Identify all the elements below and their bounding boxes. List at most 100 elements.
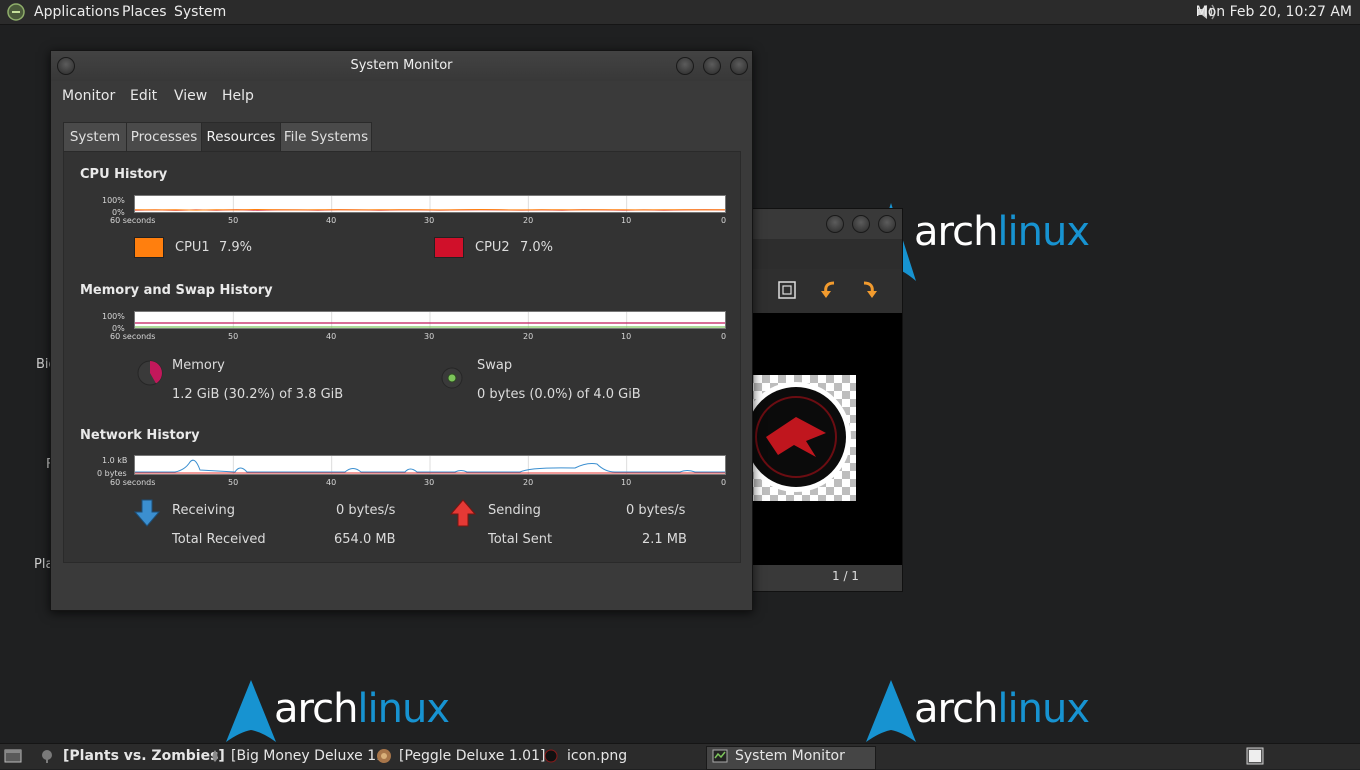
- page-indicator: 1 / 1: [832, 569, 859, 583]
- rotate-left-icon[interactable]: [818, 279, 840, 301]
- memory-history-graph: [134, 311, 726, 330]
- maximize-button[interactable]: [703, 57, 721, 75]
- memory-y-top: 100%: [102, 312, 125, 321]
- network-history-title: Network History: [80, 428, 200, 443]
- fit-zoom-icon[interactable]: [778, 281, 796, 299]
- arch-logo-bottom-left: archlinux: [226, 680, 450, 750]
- tick-30: 30: [424, 332, 435, 341]
- tick-20: 20: [523, 478, 534, 487]
- network-history-graph: [134, 455, 726, 475]
- image-viewer-window[interactable]: 1 / 1: [745, 208, 903, 592]
- task-system-monitor[interactable]: System Monitor: [735, 748, 845, 764]
- bigmoney-app-icon: [212, 750, 218, 762]
- network-y-bottom: 0 bytes: [97, 469, 127, 478]
- memory-value: 1.2 GiB (30.2%) of 3.8 GiB: [172, 387, 344, 402]
- network-graph-plot: [135, 456, 725, 474]
- total-sent-value: 2.1 MB: [642, 532, 687, 547]
- menu-view[interactable]: View: [174, 88, 207, 104]
- viewer-minimize-button[interactable]: [826, 215, 844, 233]
- receiving-label: Receiving: [172, 503, 236, 518]
- resources-panel: CPU History 100% 0% 60 seconds 50 40 30 …: [63, 151, 741, 563]
- memory-pie-icon[interactable]: [136, 359, 164, 387]
- cpu-history-title: CPU History: [80, 167, 168, 182]
- cpu-y-top: 100%: [102, 196, 125, 205]
- titlebar[interactable]: System Monitor: [51, 51, 752, 81]
- plants-app-icon: [42, 750, 52, 763]
- viewer-maximize-button[interactable]: [852, 215, 870, 233]
- menu-edit[interactable]: Edit: [130, 88, 157, 104]
- menubar: Monitor Edit View Help: [51, 81, 752, 111]
- menu-system[interactable]: System: [174, 4, 226, 20]
- tick-60: 60 seconds: [110, 478, 156, 487]
- menu-help[interactable]: Help: [222, 88, 254, 104]
- task-peggle-deluxe[interactable]: [Peggle Deluxe 1.01]: [399, 748, 545, 764]
- distro-logo-icon[interactable]: [6, 3, 26, 21]
- swap-value: 0 bytes (0.0%) of 4.0 GiB: [477, 387, 641, 402]
- cpu2-color-button[interactable]: [434, 237, 464, 258]
- task-icon-png[interactable]: icon.png: [567, 748, 627, 764]
- viewer-toolbar: [746, 269, 902, 313]
- receiving-rate: 0 bytes/s: [336, 503, 396, 518]
- task-plants-vs-zombies[interactable]: [Plants vs. Zombies]: [63, 748, 225, 764]
- tab-resources[interactable]: Resources: [201, 122, 281, 152]
- swap-indicator: [447, 373, 457, 383]
- viewer-close-button[interactable]: [878, 215, 896, 233]
- tick-0: 0: [721, 332, 727, 341]
- menu-monitor[interactable]: Monitor: [62, 88, 115, 104]
- sending-arrow-icon[interactable]: [450, 499, 476, 527]
- total-received-value: 654.0 MB: [334, 532, 396, 547]
- total-sent-label: Total Sent: [488, 532, 553, 547]
- tick-60: 60 seconds: [110, 216, 156, 225]
- cpu2-label: CPU2: [475, 240, 510, 255]
- viewer-statusbar: 1 / 1: [746, 565, 902, 591]
- clock[interactable]: Mon Feb 20, 10:27 AM: [1196, 4, 1352, 20]
- arch-triangle-icon: [866, 680, 916, 742]
- cpu-graph-plot: [134, 196, 726, 214]
- tab-file-systems[interactable]: File Systems: [280, 122, 372, 152]
- tick-10: 10: [621, 478, 632, 487]
- menu-applications[interactable]: Applications: [34, 4, 120, 20]
- total-received-label: Total Received: [172, 532, 266, 547]
- arch-wordmark: archlinux: [914, 686, 1090, 732]
- tick-50: 50: [228, 332, 239, 341]
- tick-40: 40: [326, 332, 337, 341]
- tab-system[interactable]: System: [63, 122, 127, 152]
- viewer-image-canvas[interactable]: [746, 313, 902, 565]
- system-monitor-app-icon: [712, 749, 728, 763]
- cpu-history-graph: [134, 195, 726, 214]
- tick-40: 40: [326, 478, 337, 487]
- minimize-button[interactable]: [676, 57, 694, 75]
- tick-40: 40: [326, 216, 337, 225]
- memory-history-title: Memory and Swap History: [80, 283, 273, 298]
- task-big-money-deluxe[interactable]: [Big Money Deluxe 1…: [231, 748, 390, 764]
- arch-wordmark: archlinux: [914, 209, 1090, 255]
- arch-logo-bottom-right: archlinux: [866, 680, 1090, 750]
- top-panel: Applications Places System Mon Feb 20, 1…: [0, 0, 1360, 25]
- viewer-titlebar[interactable]: [746, 209, 902, 239]
- close-button[interactable]: [730, 57, 748, 75]
- workspace-switcher-icon[interactable]: [1246, 747, 1264, 765]
- arch-triangle-icon: [226, 680, 276, 742]
- system-monitor-window[interactable]: System Monitor Monitor Edit View Help Sy…: [50, 50, 753, 611]
- memory-graph-plot: [135, 312, 725, 330]
- menu-places[interactable]: Places: [122, 4, 167, 20]
- rotate-right-icon[interactable]: [858, 279, 880, 301]
- tick-30: 30: [424, 216, 435, 225]
- tick-60: 60 seconds: [110, 332, 156, 341]
- cpu1-color-button[interactable]: [134, 237, 164, 258]
- tick-30: 30: [424, 478, 435, 487]
- cpu1-label: CPU1: [175, 240, 210, 255]
- network-y-top: 1.0 kB: [102, 456, 128, 465]
- swap-label: Swap: [477, 358, 513, 373]
- tick-10: 10: [621, 216, 632, 225]
- taskbar: [Plants vs. Zombies] [Big Money Deluxe 1…: [0, 743, 1360, 770]
- peggle-app-icon: [377, 749, 391, 763]
- swap-pie-icon[interactable]: [440, 366, 464, 390]
- show-desktop-icon[interactable]: [4, 748, 22, 764]
- cpu2-value: 7.0%: [520, 240, 554, 255]
- receiving-arrow-icon[interactable]: [134, 499, 160, 527]
- tick-0: 0: [721, 216, 727, 225]
- tick-0: 0: [721, 478, 727, 487]
- sending-rate: 0 bytes/s: [626, 503, 686, 518]
- tab-processes[interactable]: Processes: [126, 122, 202, 152]
